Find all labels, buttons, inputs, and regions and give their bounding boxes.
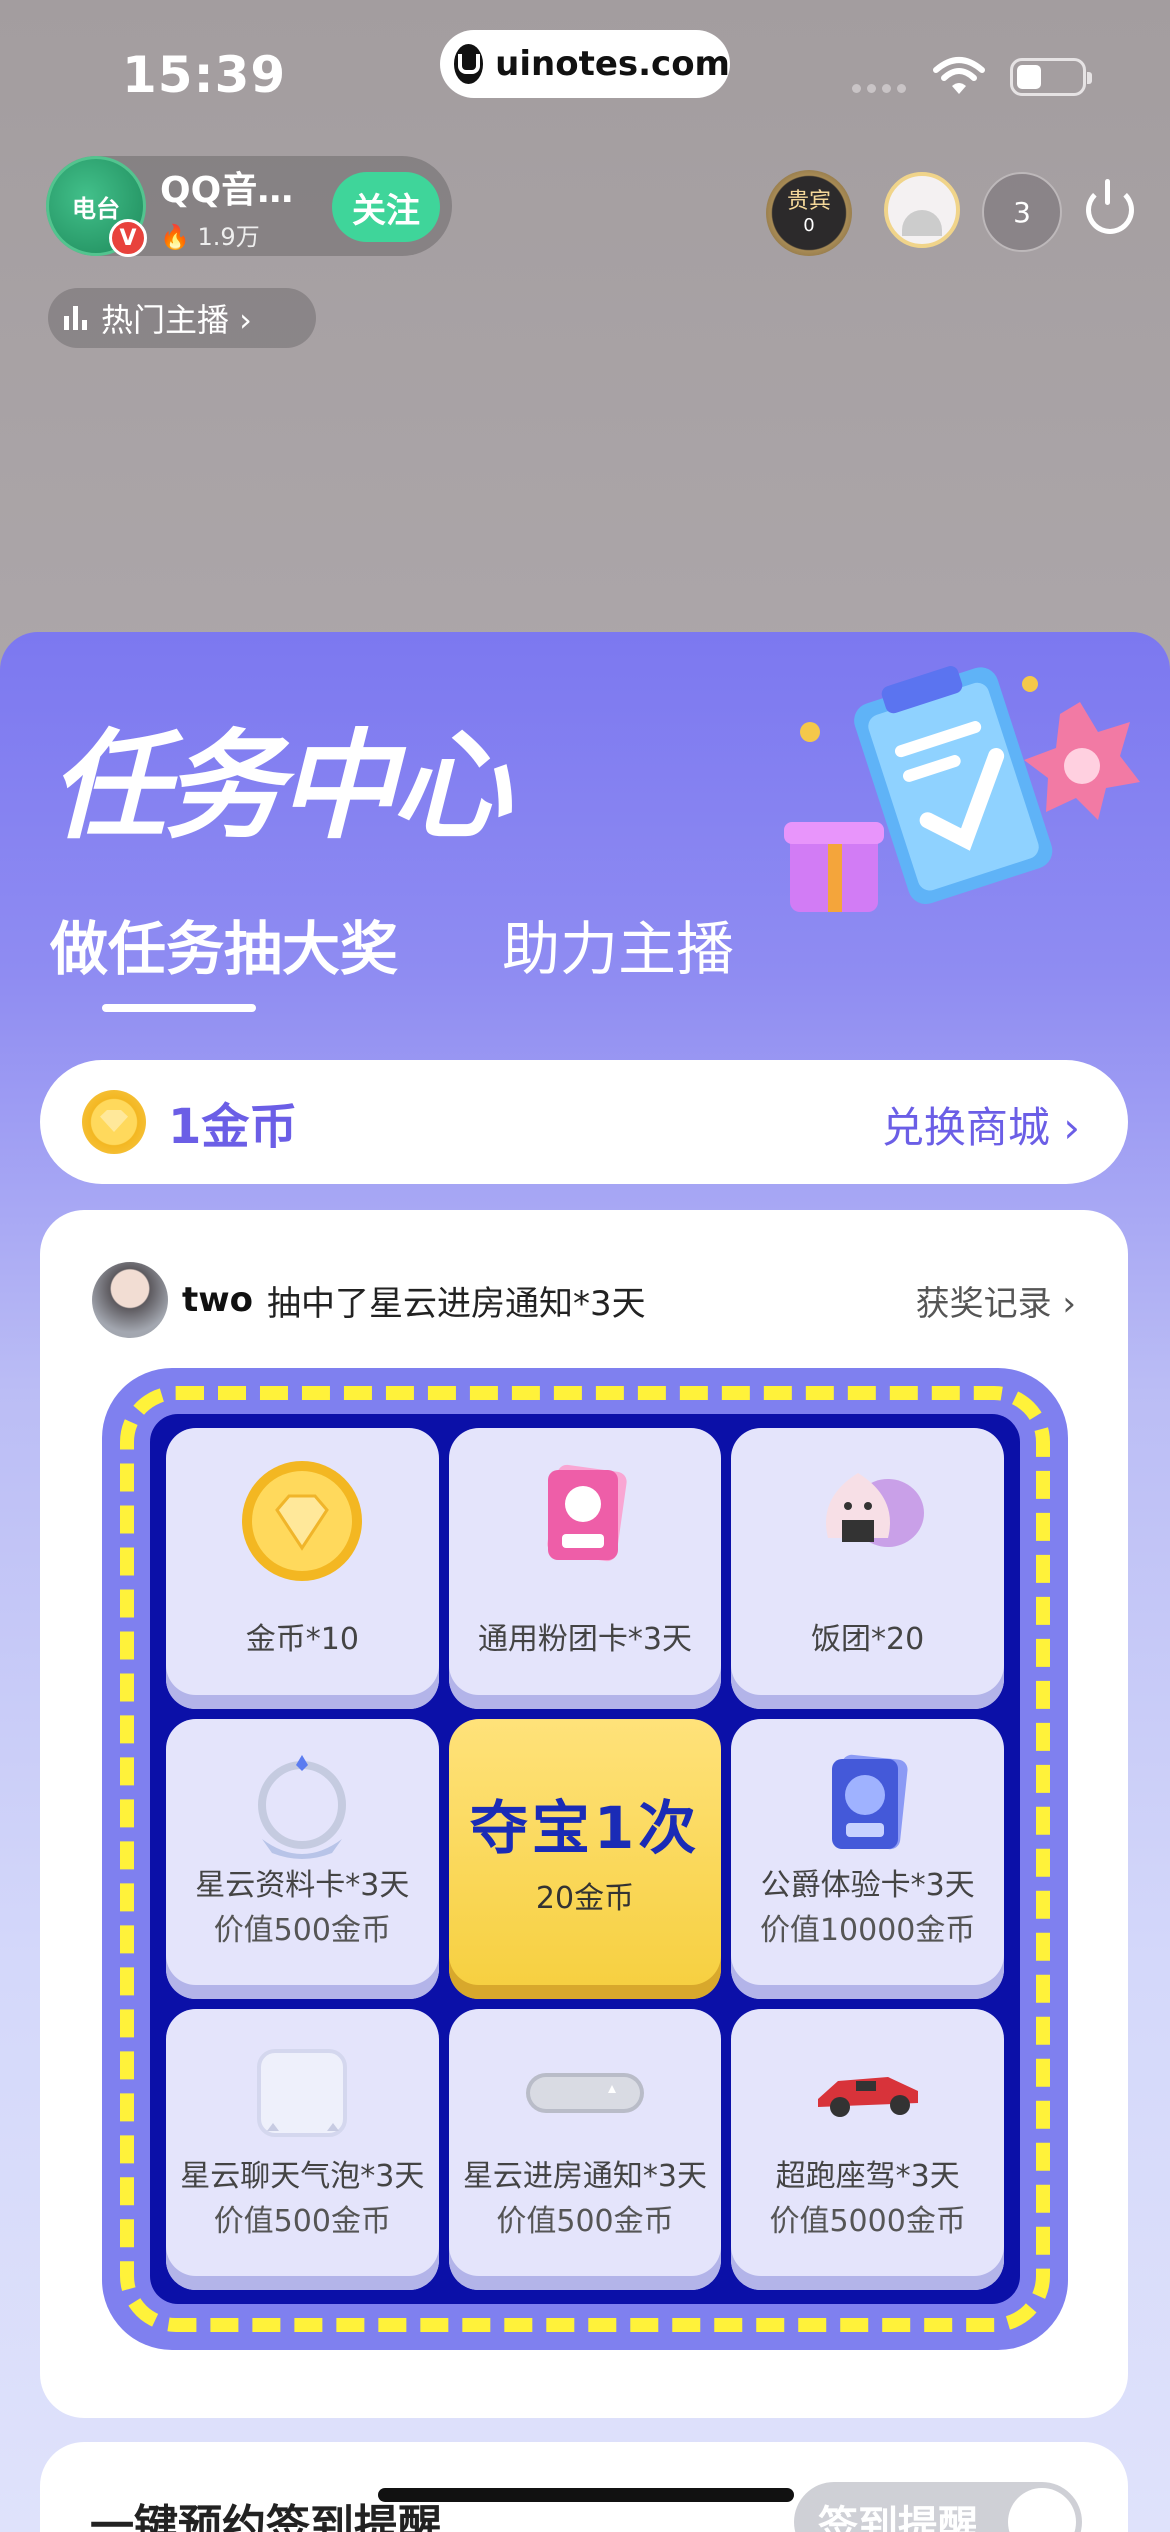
- tab-tasks-lottery[interactable]: 做任务抽大奖: [50, 902, 398, 986]
- prize-grid: 金币*10 通用粉团卡*3天 饭团*20 星云资料卡*3天 价值500金币 夺宝…: [150, 1414, 1020, 2304]
- winner-ticker: two 抽中了星云进房通知*3天: [92, 1262, 646, 1338]
- winner-name: two: [182, 1280, 254, 1320]
- follow-button[interactable]: 关注: [332, 172, 440, 242]
- winner-avatar: [92, 1262, 168, 1338]
- reminder-button-label: 签到提醒: [818, 2503, 978, 2532]
- prize-name: 金币*10: [245, 1621, 359, 1657]
- prize-value: 价值500金币: [213, 1913, 391, 1949]
- prize-name: 星云进房通知*3天: [462, 2158, 708, 2194]
- lottery-card: two 抽中了星云进房通知*3天 获奖记录 › 金币*10 通用粉团卡*3天 饭…: [40, 1210, 1128, 2418]
- prize-cell: 金币*10: [166, 1428, 439, 1709]
- chat-bubble-icon: [257, 2049, 348, 2138]
- gold-coin-icon: [82, 1090, 146, 1154]
- prize-cell: 通用粉团卡*3天: [448, 1428, 722, 1709]
- hot-anchors-button[interactable]: 热门主播 ›: [48, 288, 316, 348]
- prize-cell: 星云资料卡*3天 价值500金币: [166, 1718, 439, 2000]
- prize-cell: 饭团*20: [731, 1428, 1004, 1709]
- prize-cell: 公爵体验卡*3天 价值10000金币: [731, 1718, 1004, 2000]
- chart-bars-icon: [64, 306, 87, 330]
- anchor-avatar[interactable]: 电台 V: [46, 156, 147, 257]
- coin-balance: 1金币: [168, 1099, 298, 1155]
- fire-icon: 🔥: [160, 222, 190, 251]
- power-icon[interactable]: [1086, 179, 1134, 234]
- url-pill[interactable]: uinotes.com: [440, 30, 730, 98]
- anchor-hot-count: 1.9万: [197, 222, 260, 251]
- rice-ball-icon: [825, 1473, 924, 1547]
- panel-title: 任务中心: [50, 717, 510, 855]
- home-indicator[interactable]: [378, 2488, 794, 2502]
- clipboard-gift-illustration: [784, 666, 1140, 912]
- tab-support-anchor[interactable]: 助力主播: [502, 902, 734, 986]
- vip-badge[interactable]: 贵宾 0: [766, 170, 852, 256]
- status-time: 15:39: [122, 46, 287, 104]
- tab-bar: 做任务抽大奖 助力主播: [50, 902, 734, 986]
- prize-value: 价值500金币: [213, 2203, 391, 2239]
- prize-cell: 星云进房通知*3天 价值500金币: [448, 2009, 722, 2290]
- lottery-board: 金币*10 通用粉团卡*3天 饭团*20 星云资料卡*3天 价值500金币 夺宝…: [102, 1368, 1068, 2350]
- prize-cell: 超跑座驾*3天 价值5000金币: [731, 2009, 1004, 2290]
- draw-cost: 20金币: [535, 1880, 635, 1916]
- fan-card-icon: [547, 1464, 627, 1562]
- draw-title: 夺宝1次: [469, 1793, 701, 1862]
- prize-records-link[interactable]: 获奖记录 ›: [916, 1276, 1076, 1325]
- sports-car-icon: [817, 2077, 918, 2118]
- prize-cell: 星云聊天气泡*3天 价值500金币: [166, 2009, 439, 2290]
- prize-name: 饭团*20: [811, 1621, 925, 1657]
- prize-name: 星云聊天气泡*3天: [180, 2158, 425, 2194]
- entry-notice-icon: [525, 2073, 644, 2114]
- prize-name: 通用粉团卡*3天: [477, 1621, 693, 1657]
- vip-label: 贵宾: [786, 189, 831, 214]
- avatar-text: 电台: [72, 194, 120, 223]
- sign-in-reminder-toggle[interactable]: 签到提醒: [794, 2482, 1082, 2532]
- anchor-info-pill[interactable]: 电台 V QQ音… 🔥 1.9万 关注: [46, 156, 452, 257]
- verified-badge-icon: V: [109, 219, 147, 257]
- signal-icon: [852, 84, 906, 93]
- prize-value: 价值5000金币: [769, 2203, 966, 2239]
- prize-value: 价值500金币: [496, 2203, 674, 2239]
- viewer-count[interactable]: 3: [982, 172, 1062, 252]
- prize-value: 价值10000金币: [759, 1913, 976, 1949]
- active-tab-indicator: [102, 1004, 256, 1012]
- viewer-avatar[interactable]: [884, 172, 960, 248]
- task-center-panel: 任务中心 做任务抽大奖 助力主播 1金币 兑换商城 › two 抽中了星云进房通…: [0, 632, 1170, 2532]
- draw-once-button[interactable]: 夺宝1次 20金币: [448, 1718, 722, 2000]
- user-icon: [902, 210, 942, 236]
- url-text: uinotes.com: [495, 44, 730, 84]
- anchor-name: QQ音…: [160, 169, 294, 211]
- winner-text: 抽中了星云进房通知*3天: [267, 1283, 646, 1324]
- prize-name: 公爵体验卡*3天: [760, 1868, 975, 1904]
- prize-name: 超跑座驾*3天: [775, 2158, 960, 2194]
- vip-count: 0: [803, 215, 815, 237]
- wifi-icon: [933, 57, 985, 94]
- coins-bar: 1金币 兑换商城 ›: [40, 1060, 1128, 1184]
- site-logo-icon: [454, 44, 484, 84]
- duke-card-icon: [831, 1754, 908, 1849]
- battery-icon: [1010, 58, 1092, 96]
- gold-coin-icon: [242, 1461, 363, 1581]
- profile-frame-icon: [258, 1754, 347, 1859]
- exchange-shop-link[interactable]: 兑换商城 ›: [882, 1094, 1080, 1155]
- hot-anchors-label: 热门主播 ›: [101, 301, 252, 339]
- sign-in-reminder-card: 一键预约签到提醒 签到提醒: [40, 2442, 1128, 2532]
- prize-name: 星云资料卡*3天: [195, 1868, 410, 1904]
